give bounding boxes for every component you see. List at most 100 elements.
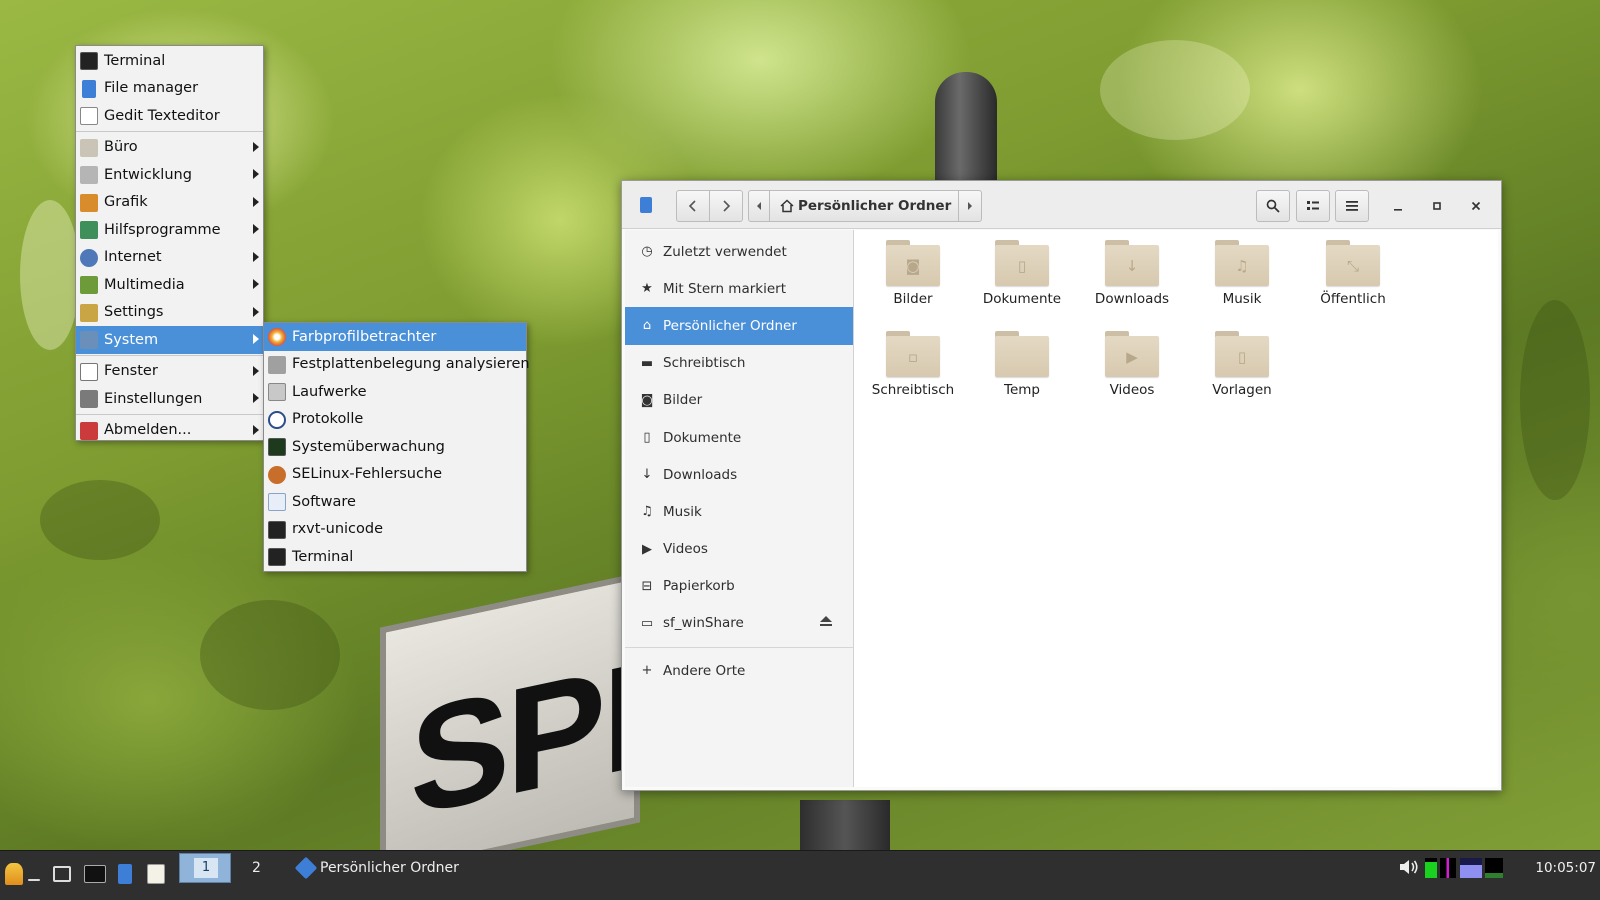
- terminal-icon[interactable]: [84, 865, 106, 883]
- menu-item-entwicklung[interactable]: Entwicklung: [76, 161, 263, 189]
- close-icon: [1471, 201, 1481, 211]
- document-icon: ▯: [643, 429, 651, 445]
- menu-label: Gedit Texteditor: [104, 107, 220, 124]
- video-icon: ▶: [1126, 348, 1138, 366]
- menu-label: Protokolle: [292, 411, 364, 428]
- sidebar-item-trash[interactable]: ⊟ Papierkorb: [625, 568, 853, 605]
- submenu-arrow-icon: [253, 141, 259, 152]
- menu-item-buero[interactable]: Büro: [76, 134, 263, 162]
- sidebar-item-home[interactable]: ⌂ Persönlicher Ordner: [625, 307, 853, 345]
- menu-label: Terminal: [104, 52, 166, 69]
- folder-label: Downloads: [1094, 291, 1170, 307]
- sidebar-item-music[interactable]: ♫ Musik: [625, 493, 853, 530]
- sidebar-item-desktop[interactable]: ▬ Schreibtisch: [625, 345, 853, 382]
- task-app-icon: [294, 856, 318, 880]
- application-menu: Terminal File manager Gedit Texteditor B…: [75, 45, 264, 441]
- path-bar-right-arrow[interactable]: [958, 190, 982, 222]
- sidebar-label: Zuletzt verwendet: [663, 243, 787, 260]
- sidebar-item-other-locations[interactable]: + Andere Orte: [625, 652, 853, 689]
- sidebar-item-sf-winshare[interactable]: ▭ sf_winShare: [625, 605, 853, 642]
- graphics-icon: [80, 193, 98, 212]
- system-icon: [80, 331, 98, 349]
- sidebar-label: Andere Orte: [663, 662, 746, 679]
- workspace-2-button[interactable]: 2: [252, 851, 261, 885]
- window-list-icon[interactable]: [53, 866, 71, 882]
- folder-item-temp[interactable]: Temp: [974, 321, 1070, 407]
- sidebar-item-starred[interactable]: ★ Mit Stern markiert: [625, 270, 853, 307]
- menu-item-terminal[interactable]: Terminal: [264, 543, 526, 571]
- back-button[interactable]: [676, 190, 710, 222]
- clock-icon: ◷: [641, 244, 653, 259]
- folder-item-musik[interactable]: ♫ Musik: [1194, 230, 1290, 316]
- menu-item-settings[interactable]: Settings: [76, 299, 263, 327]
- forward-button[interactable]: [709, 190, 743, 222]
- sidebar-label: Persönlicher Ordner: [663, 317, 797, 334]
- eject-icon[interactable]: [819, 615, 833, 631]
- menu-item-terminal[interactable]: Terminal: [76, 47, 263, 75]
- menu-item-laufwerke[interactable]: Laufwerke: [264, 378, 526, 406]
- menu-item-festplattenbelegung[interactable]: Festplattenbelegung analysieren: [264, 351, 530, 379]
- menu-item-einstellungen[interactable]: Einstellungen: [76, 385, 263, 413]
- view-mode-button[interactable]: [1296, 190, 1330, 222]
- sidebar-item-recent[interactable]: ◷ Zuletzt verwendet: [625, 233, 853, 270]
- volume-icon[interactable]: [1398, 857, 1420, 881]
- folder-item-downloads[interactable]: ↓ Downloads: [1084, 230, 1180, 316]
- internet-icon: [80, 248, 98, 267]
- search-button[interactable]: [1256, 190, 1290, 222]
- chevron-right-icon: [723, 200, 731, 212]
- close-button[interactable]: [1465, 195, 1487, 217]
- menu-item-farbprofilbetrachter[interactable]: Farbprofilbetrachter: [264, 323, 526, 351]
- menu-item-systemueberwachung[interactable]: Systemüberwachung: [264, 433, 526, 461]
- menu-item-abmelden[interactable]: Abmelden...: [76, 417, 263, 445]
- plus-icon: +: [641, 663, 653, 679]
- download-icon: ↓: [641, 467, 653, 483]
- folder-icon: [995, 331, 1049, 377]
- menu-launcher-icon[interactable]: [5, 863, 23, 885]
- sidebar-item-pictures[interactable]: ◙ Bilder: [625, 382, 853, 419]
- file-manager-window: Persönlicher Ordner ◷ Zuletzt verwendet ★…: [621, 180, 1502, 791]
- path-bar-left-arrow[interactable]: [748, 190, 770, 222]
- menu-item-software[interactable]: Software: [264, 488, 526, 516]
- submenu-arrow-icon: [253, 196, 259, 207]
- minimize-button[interactable]: [1387, 195, 1409, 217]
- folder-item-oeffentlich[interactable]: ⤡ Öffentlich: [1305, 230, 1401, 316]
- menu-item-internet[interactable]: Internet: [76, 244, 263, 272]
- terminal-icon: [268, 520, 286, 539]
- menu-item-protokolle[interactable]: Protokolle: [264, 406, 526, 434]
- menu-item-selinux[interactable]: SELinux-Fehlersuche: [264, 461, 526, 489]
- menu-item-file-manager[interactable]: File manager: [76, 75, 263, 103]
- development-icon: [80, 166, 98, 184]
- folder-item-videos[interactable]: ▶ Videos: [1084, 321, 1180, 407]
- folder-item-schreibtisch[interactable]: ▫ Schreibtisch: [865, 321, 961, 407]
- folder-item-vorlagen[interactable]: ▯ Vorlagen: [1194, 321, 1290, 407]
- menu-item-hilfsprogramme[interactable]: Hilfsprogramme: [76, 216, 263, 244]
- folder-icon: ▫: [886, 331, 940, 377]
- folder-icon: ▯: [995, 240, 1049, 286]
- path-button-home[interactable]: Persönlicher Ordner: [769, 190, 959, 222]
- menu-item-grafik[interactable]: Grafik: [76, 189, 263, 217]
- sidebar-item-videos[interactable]: ▶ Videos: [625, 531, 853, 568]
- sidebar-item-downloads[interactable]: ↓ Downloads: [625, 456, 853, 493]
- star-icon: ★: [641, 281, 653, 297]
- menu-item-gedit[interactable]: Gedit Texteditor: [76, 102, 263, 130]
- menu-item-multimedia[interactable]: Multimedia: [76, 271, 263, 299]
- desktop-icon: ▫: [907, 348, 919, 366]
- menu-item-rxvt-unicode[interactable]: rxvt-unicode: [264, 516, 526, 544]
- workspace-1-button[interactable]: 1: [179, 853, 231, 883]
- folder-item-dokumente[interactable]: ▯ Dokumente: [974, 230, 1070, 316]
- text-editor-icon[interactable]: [147, 864, 165, 884]
- folder-item-bilder[interactable]: ◙ Bilder: [865, 230, 961, 316]
- task-button-file-manager[interactable]: Persönlicher Ordner: [292, 851, 492, 885]
- maximize-icon: [1433, 202, 1441, 210]
- maximize-button[interactable]: [1426, 195, 1448, 217]
- task-label: Persönlicher Ordner: [320, 860, 459, 876]
- file-manager-icon[interactable]: [118, 864, 132, 884]
- sidebar-item-documents[interactable]: ▯ Dokumente: [625, 419, 853, 456]
- minimize-all-icon[interactable]: [28, 879, 40, 881]
- clock: 10:05:07: [1535, 860, 1596, 876]
- menu-button[interactable]: [1335, 190, 1369, 222]
- menu-item-fenster[interactable]: Fenster: [76, 358, 263, 386]
- drives-icon: [268, 383, 286, 401]
- menu-label: Einstellungen: [104, 390, 203, 407]
- menu-item-system[interactable]: System: [76, 326, 263, 354]
